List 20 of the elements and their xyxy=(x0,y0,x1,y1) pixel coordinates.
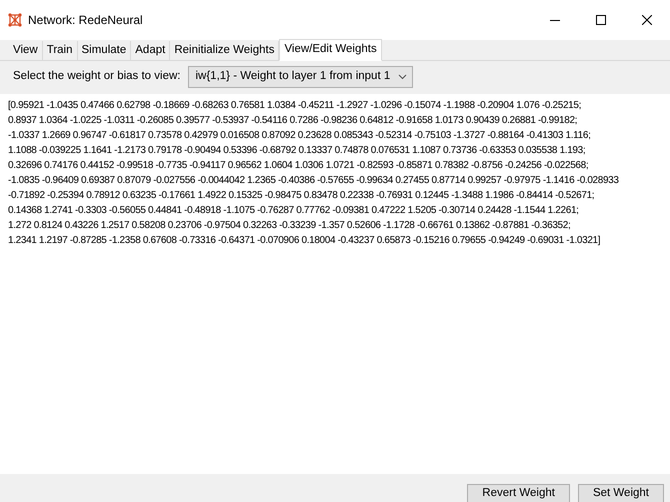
weights-text-line: 1.272 0.8124 0.43226 1.2517 0.58208 0.23706 -0.97504 0.32263 -0.33239 -1.357 0.52606 -1.1728 -0.66761 0.13862 -0.87881 -0.36352; xyxy=(8,219,570,233)
maximize-icon xyxy=(596,15,606,25)
window-title: Network: RedeNeural xyxy=(28,12,143,29)
chevron-down-icon xyxy=(398,74,408,80)
weights-text-line: 0.8937 1.0364 -1.0225 -1.0311 -0.26085 0.39577 -0.53937 -0.54116 0.7286 -0.98236 0.64812 -0.91658 1.0173 0.90439 0.26881 -0.99182; xyxy=(8,114,578,128)
weights-text-line: -1.0835 -0.96409 0.69387 0.87079 -0.027556 -0.0044042 1.2365 -0.40386 -0.57655 -0.99634 0.27455 0.87714 0.99257 -0.97975 -1.1416 -0.028933 xyxy=(8,174,619,188)
weight-button[interactable]: Revert Weight xyxy=(467,484,570,502)
tab[interactable]: View/Edit Weights xyxy=(279,39,382,61)
weights-text-line: -1.0337 1.2669 0.96747 -0.61817 0.73578 0.42979 0.016508 0.87092 0.23628 0.085343 -0.52314 -0.75103 -1.3727 -0.88164 -0.41303 1.116; xyxy=(8,129,590,143)
weights-text-line: 1.2341 1.2197 -0.87285 -1.2358 0.67608 -0.73316 -0.64371 -0.070906 0.18004 -0.43237 0.65873 -0.15216 0.79655 -0.94249 -0.69031 -1.0321] xyxy=(8,234,600,248)
network-icon xyxy=(8,13,22,27)
weight-dropdown[interactable]: iw{1,1} - Weight to layer 1 from input 1 xyxy=(188,66,414,88)
weight-button[interactable]: Set Weight xyxy=(578,484,664,502)
weights-text-line: [0.95921 -1.0435 0.47466 0.62798 -0.18669 -0.68263 0.76581 1.0384 -0.45211 -1.2927 -1.0296 -0.15074 -1.1988 -0.20904 1.076 -0.25215; xyxy=(8,99,582,113)
weights-text-line: 0.32696 0.74176 0.44152 -0.99518 -0.7735 -0.94117 0.96562 1.0604 1.0306 1.0721 -0.82593 -0.85871 0.78382 -0.8756 -0.24256 -0.022568; xyxy=(8,159,588,173)
weights-text-line: 1.1088 -0.039225 1.1641 -1.2173 0.79178 -0.90494 0.53396 -0.68792 0.13337 0.74878 0.076531 1.1087 0.73736 -0.63353 0.035538 1.193; xyxy=(8,144,586,158)
weights-text-line: -0.71892 -0.25394 0.78912 0.63235 -0.17661 1.4922 0.15325 -0.98475 0.83478 0.22338 -0.76931 0.12445 -1.3488 1.1986 -0.84414 -0.52671; xyxy=(8,189,594,203)
close-icon xyxy=(642,15,652,25)
selector-label: Select the weight or bias to view: xyxy=(13,69,180,84)
weights-text-line: 0.14368 1.2741 -0.3303 -0.56055 0.44841 -0.48918 -1.1075 -0.76287 0.77762 -0.09381 0.47222 1.5205 -0.30714 0.24428 -1.1544 1.2261; xyxy=(8,204,579,218)
